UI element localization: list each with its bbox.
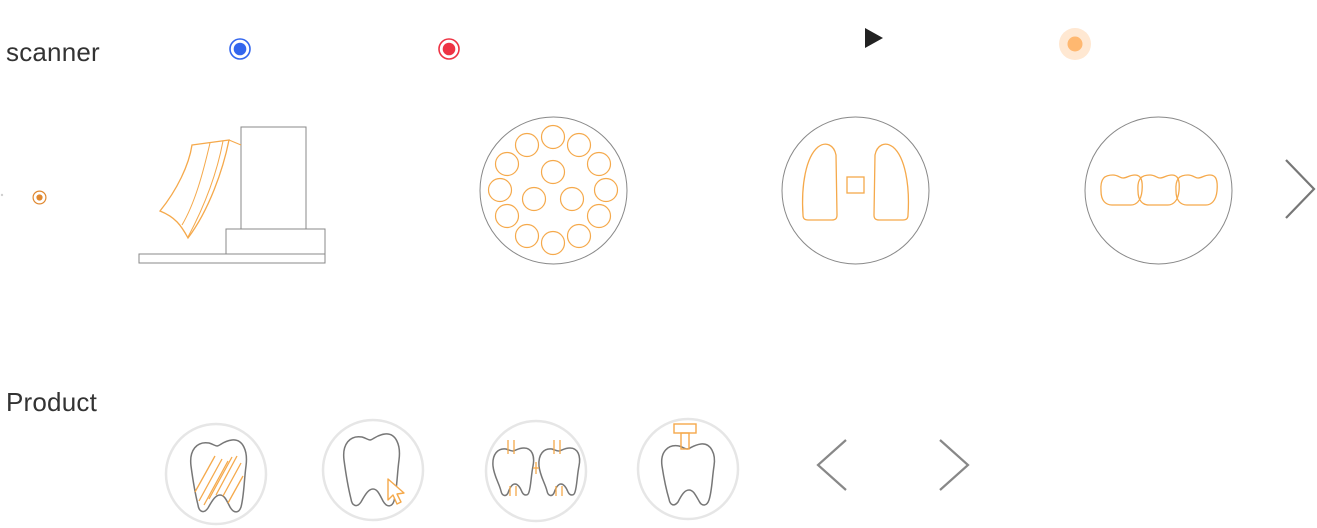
orange-radio[interactable] [1058,27,1092,61]
left-edge-dot [0,193,4,197]
tooth-cursor-icon[interactable] [321,417,425,523]
scanner-device-icon[interactable] [137,125,327,265]
play-icon[interactable] [864,27,884,49]
red-radio[interactable] [438,38,460,60]
scanner-next-chevron-icon[interactable] [1283,157,1317,221]
blue-radio[interactable] [229,38,251,60]
product-prev-chevron-icon[interactable] [815,438,849,492]
side-orange-radio[interactable] [32,190,47,205]
tooth-shaded-icon[interactable] [164,421,268,527]
multi-die-tray-icon[interactable] [478,115,629,266]
product-section-title: Product [6,387,98,417]
product-next-chevron-icon[interactable] [937,438,971,492]
tooth-pair-pins-icon[interactable] [484,418,588,524]
scanner-section-title: scanner [6,37,100,67]
two-dies-icon[interactable] [780,115,931,266]
bridge-teeth-icon[interactable] [1083,115,1234,266]
tooth-implant-icon[interactable] [636,416,740,522]
